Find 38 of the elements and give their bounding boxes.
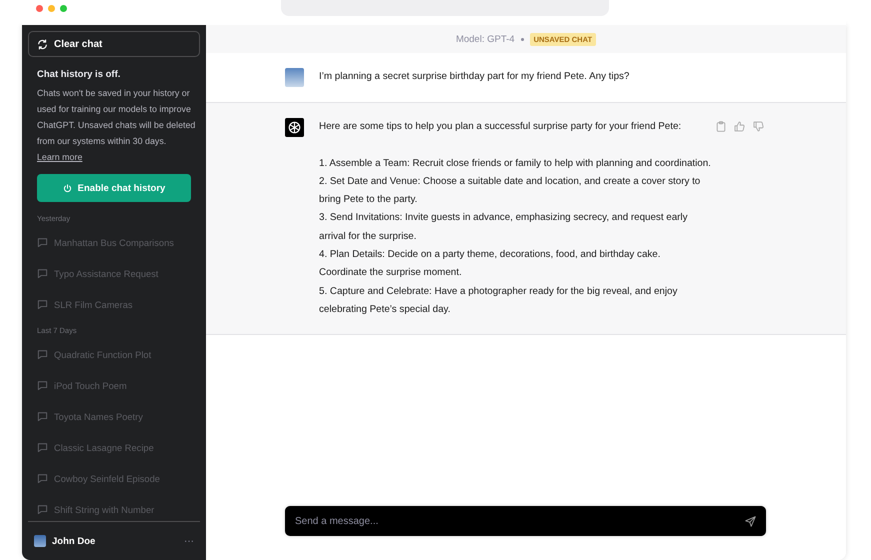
- chat-bubble-icon: [37, 473, 48, 484]
- power-icon: [62, 184, 72, 192]
- message-text: 4. Plan Details: Decide on a party theme, decorations, food, and birthday cake. Coordinate the surprise moment.: [319, 248, 662, 280]
- message-text: 5. Capture and Celebrate: Have a photographer ready for the big reveal, and enjoy celebrating Pete’s special day.: [319, 284, 678, 317]
- clear-chat-button[interactable]: Clear chat: [28, 31, 200, 57]
- chat-bubble-icon: [37, 268, 48, 279]
- user-name: John Doe: [52, 536, 96, 546]
- chat-bubble-icon: [37, 442, 48, 453]
- chat-bubble-icon: [37, 299, 48, 310]
- more-menu-button[interactable]: ···: [184, 536, 194, 546]
- notice-text: Chats won't be saved in your history or used for training our models to improve ChatGPT. Unsaved chats will be deleted from our systems within 30 days. Learn more: [37, 87, 196, 164]
- close-window-button[interactable]: [36, 5, 43, 12]
- maximize-window-button[interactable]: [60, 5, 67, 12]
- message-text: 2. Set Date and Venue: Choose a suitable date and location, and create a cover story to bring Pete to the party.: [319, 174, 702, 208]
- message-text: 3. Send Invitations: Invite guests in advance, emphasizing secrecy, and request early arrival for the surprise.: [319, 211, 688, 244]
- thumbs-up-icon[interactable]: [734, 121, 745, 132]
- message-input[interactable]: Send a message...: [285, 506, 766, 536]
- assistant-logo-icon: [285, 118, 304, 137]
- minimize-window-button[interactable]: [48, 5, 55, 12]
- user-avatar: [285, 68, 304, 87]
- model-label: Model: GPT-4: [456, 34, 515, 44]
- separator-dot: [520, 38, 524, 40]
- message-text: 1. Assemble a Team: Recruit close friends or family to help with planning and coordination.: [319, 156, 711, 171]
- learn-more-link[interactable]: Learn more: [37, 152, 82, 162]
- chat-bubble-icon: [37, 380, 48, 391]
- enable-history-button[interactable]: Enable chat history: [37, 174, 191, 202]
- user-avatar: [34, 535, 46, 547]
- message-text: I’m planning a secret surprise birthday part for my friend Pete. Any tips?: [319, 70, 630, 84]
- chat-bubble-icon: [37, 411, 48, 422]
- chat-bubble-icon: [37, 504, 48, 515]
- thumbs-down-icon[interactable]: [753, 121, 764, 132]
- chat-bubble-icon: [37, 349, 48, 360]
- refresh-icon: [37, 38, 48, 50]
- notice-title: Chat history is off.: [37, 69, 122, 80]
- chat-bubble-icon: [37, 237, 48, 248]
- send-icon[interactable]: [745, 516, 756, 527]
- copy-icon[interactable]: [716, 121, 726, 132]
- message-text: Here are some tips to help you plan a successful surprise party for your friend Pete:: [319, 120, 682, 134]
